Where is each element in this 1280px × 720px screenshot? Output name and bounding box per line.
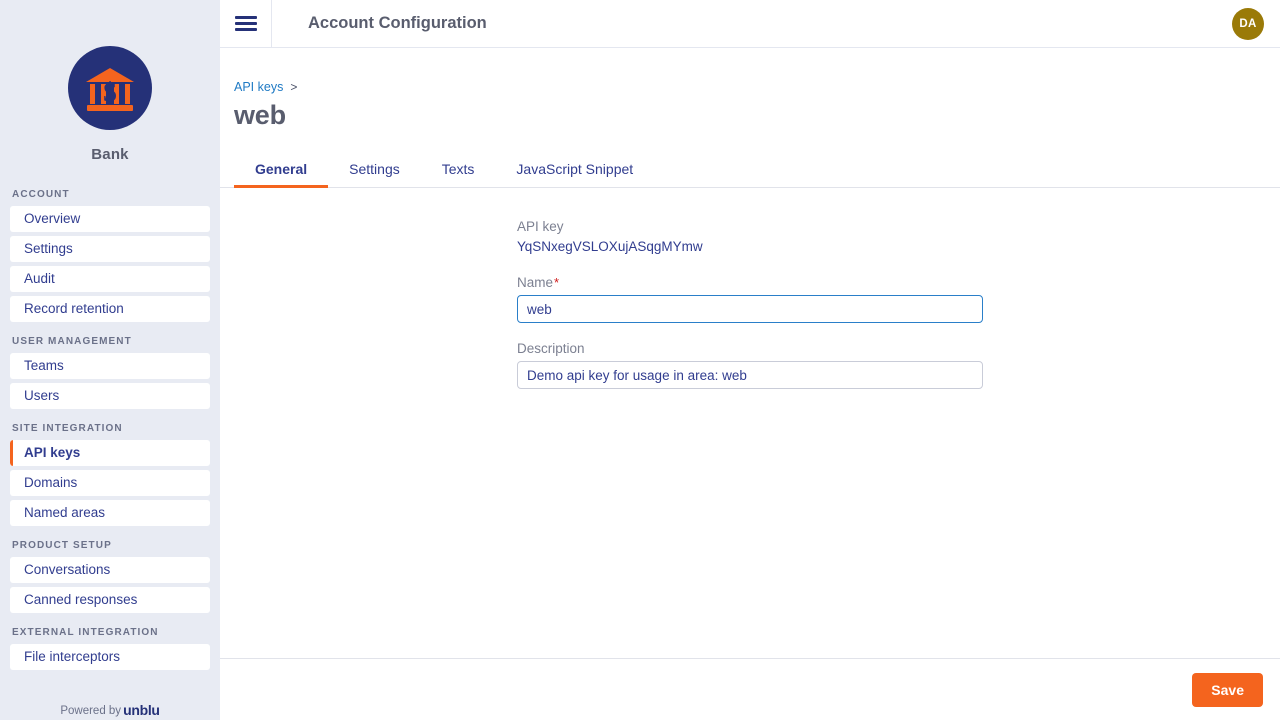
sidebar-item-canned-responses[interactable]: Canned responses: [10, 587, 210, 613]
sidebar-nav: ACCOUNT Overview Settings Audit Record r…: [0, 189, 220, 720]
tab-bar: General Settings Texts JavaScript Snippe…: [220, 151, 1280, 188]
topbar-title: Account Configuration: [308, 14, 487, 33]
name-label-text: Name: [517, 275, 553, 290]
api-key-value: YqSNxegVSLOXujASqgMYmw: [517, 239, 1280, 254]
sidebar-item-conversations[interactable]: Conversations: [10, 557, 210, 583]
sidebar-item-settings[interactable]: Settings: [10, 236, 210, 262]
avatar[interactable]: DA: [1232, 8, 1264, 40]
tab-settings[interactable]: Settings: [328, 161, 421, 187]
field-api-key: API key YqSNxegVSLOXujASqgMYmw: [517, 219, 1280, 254]
breadcrumb: API keys >: [220, 48, 1280, 94]
page-title: web: [220, 94, 1280, 131]
sidebar-item-teams[interactable]: Teams: [10, 353, 210, 379]
powered-by-label: Powered by: [60, 705, 121, 717]
chevron-right-icon: >: [290, 80, 297, 94]
nav-section-title-account: ACCOUNT: [10, 189, 210, 206]
breadcrumb-link-api-keys[interactable]: API keys: [234, 80, 283, 94]
app-root: $ Bank ACCOUNT Overview Settings Audit R…: [0, 0, 1280, 720]
powered-by-footer: Powered byunblu: [0, 702, 220, 718]
nav-section-title-external-integration: EXTERNAL INTEGRATION: [10, 627, 210, 644]
bank-building-dollar-icon: $: [68, 46, 152, 130]
tab-texts[interactable]: Texts: [421, 161, 496, 187]
hamburger-menu-icon[interactable]: [220, 0, 272, 48]
topbar: Account Configuration DA: [220, 0, 1280, 48]
sidebar-item-overview[interactable]: Overview: [10, 206, 210, 232]
nav-section-title-user-management: USER MANAGEMENT: [10, 336, 210, 353]
brand-name: Bank: [91, 146, 128, 163]
content-area: API keys > web General Settings Texts Ja…: [220, 48, 1280, 658]
field-description: Description: [517, 341, 1280, 389]
nav-section-title-site-integration: SITE INTEGRATION: [10, 423, 210, 440]
name-label: Name*: [517, 275, 1280, 290]
sidebar-item-api-keys[interactable]: API keys: [10, 440, 210, 466]
field-name: Name*: [517, 275, 1280, 323]
sidebar-item-named-areas[interactable]: Named areas: [10, 500, 210, 526]
form-action-bar: Save: [220, 658, 1280, 720]
name-input[interactable]: [517, 295, 983, 323]
sidebar-item-record-retention[interactable]: Record retention: [10, 296, 210, 322]
sidebar-item-audit[interactable]: Audit: [10, 266, 210, 292]
tab-general[interactable]: General: [234, 161, 328, 187]
api-key-label: API key: [517, 219, 1280, 234]
sidebar: $ Bank ACCOUNT Overview Settings Audit R…: [0, 0, 220, 720]
description-input[interactable]: [517, 361, 983, 389]
required-asterisk: *: [554, 275, 559, 290]
sidebar-item-users[interactable]: Users: [10, 383, 210, 409]
svg-text:$: $: [103, 77, 117, 107]
save-button[interactable]: Save: [1192, 673, 1263, 707]
sidebar-item-domains[interactable]: Domains: [10, 470, 210, 496]
general-form: API key YqSNxegVSLOXujASqgMYmw Name* Des…: [220, 188, 1280, 389]
nav-section-title-product-setup: PRODUCT SETUP: [10, 540, 210, 557]
unblu-wordmark: unblu: [123, 702, 160, 718]
brand: $ Bank: [0, 0, 220, 163]
main-area: Account Configuration DA API keys > web …: [220, 0, 1280, 720]
description-label: Description: [517, 341, 1280, 356]
tab-javascript-snippet[interactable]: JavaScript Snippet: [495, 161, 654, 187]
hamburger-glyph: [235, 12, 257, 34]
sidebar-item-file-interceptors[interactable]: File interceptors: [10, 644, 210, 670]
